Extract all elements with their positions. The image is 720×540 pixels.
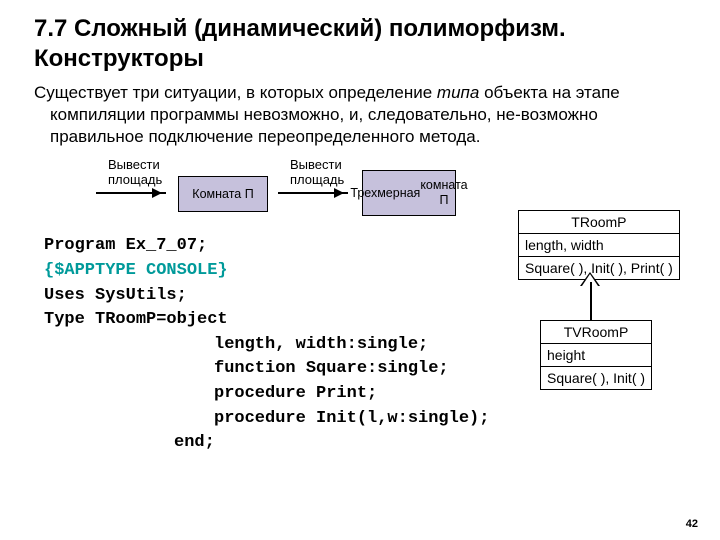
page-number: 42: [686, 518, 698, 530]
box-3droom-l1: Трехмерная: [350, 186, 420, 201]
uml-tvroomp: TVRoomP height Square( ), Init( ): [540, 320, 652, 390]
flow-diagram: Вывести площадь Комната П Вывести площад…: [50, 158, 470, 224]
code-line-8: procedure Init(l,w:single);: [44, 407, 720, 432]
uml-troomp: TRoomP length, width Square( ), Init( ),…: [518, 210, 680, 280]
box-room: Комната П: [178, 176, 268, 212]
code-line-3: Uses SysUtils;: [44, 284, 720, 309]
arrow-2: [278, 192, 348, 194]
box-3droom: Трехмерная комната П: [362, 170, 456, 216]
uml-tvroomp-attrs: height: [541, 344, 652, 367]
uml-tvroomp-ops: Square( ), Init( ): [541, 367, 652, 390]
label-output-area-1-l1: Вывести: [108, 157, 160, 172]
para-typeword: типа: [437, 83, 479, 102]
label-output-area-2-l2: площадь: [290, 172, 344, 187]
inheritance-line: [590, 282, 592, 320]
label-output-area-1: Вывести площадь: [108, 158, 162, 187]
label-output-area-2: Вывести площадь: [290, 158, 344, 187]
label-output-area-2-l1: Вывести: [290, 157, 342, 172]
uml-troomp-name: TRoomP: [519, 211, 680, 234]
para-pre: Существует три ситуации, в которых опред…: [34, 83, 437, 102]
arrow-1: [96, 192, 166, 194]
label-output-area-1-l2: площадь: [108, 172, 162, 187]
uml-troomp-attrs: length, width: [519, 234, 680, 257]
uml-tvroomp-name: TVRoomP: [541, 321, 652, 344]
slide-title: 7.7 Сложный (динамический) полиморфизм. …: [0, 0, 720, 82]
code-line-9: end;: [44, 431, 720, 456]
intro-paragraph: Существует три ситуации, в которых опред…: [0, 82, 720, 148]
box-3droom-l2: комната П: [420, 178, 467, 208]
